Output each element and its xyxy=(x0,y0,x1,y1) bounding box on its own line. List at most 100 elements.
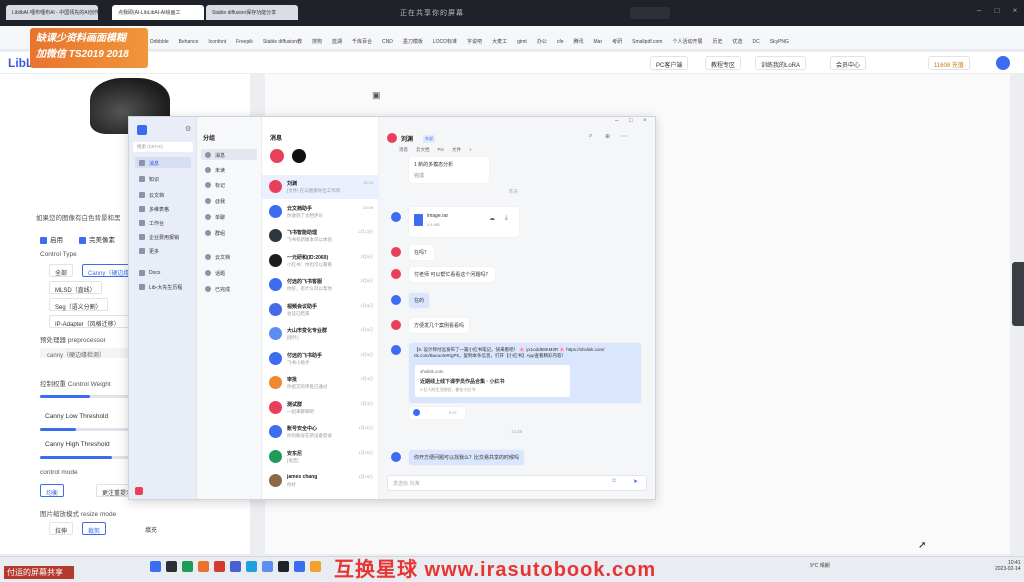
filter-mentions[interactable]: @我 xyxy=(201,195,257,206)
image-icon[interactable]: ▣ xyxy=(372,90,381,101)
bookmark[interactable]: 历史 xyxy=(712,38,722,45)
bookmark[interactable]: 办公 xyxy=(537,38,547,45)
nav-messages[interactable]: 消息 xyxy=(135,157,191,168)
conversation-item[interactable]: 视频会议助手 会议已结束 2月8日 xyxy=(262,298,379,322)
perfect-pixel-checkbox[interactable]: 完美像素 xyxy=(79,234,115,244)
control-type-canny[interactable]: Canny（硬边缘） xyxy=(82,264,130,277)
filter-unread[interactable]: 未读 xyxy=(201,164,257,175)
nav-docs[interactable]: 云文档 xyxy=(135,189,191,200)
bookmark[interactable]: 千库百合 xyxy=(352,38,372,45)
message-bubble[interactable]: 1 新的多模态分析 完成 xyxy=(409,157,489,183)
control-type-all[interactable]: 全部 xyxy=(49,264,74,277)
bookmark[interactable]: Behance xyxy=(179,39,199,45)
message-bubble[interactable]: 在的 xyxy=(409,293,430,308)
resize-mode-stretch[interactable]: 拉伸 xyxy=(49,522,74,535)
taskbar-app-icon[interactable] xyxy=(278,561,289,572)
browser-tab-2[interactable]: 点我即(AI-LibLibAI-AI绘画工 xyxy=(112,5,204,20)
avatar[interactable] xyxy=(996,56,1010,70)
taskbar-app-icon[interactable] xyxy=(182,561,193,572)
bookmark[interactable]: Iconfont xyxy=(208,39,226,45)
control-type-mlsd[interactable]: MLSD（直线） xyxy=(49,281,102,294)
conversation-item[interactable]: 安东尼 [语音] 1月20日 xyxy=(262,445,379,469)
nav-lib-app[interactable]: Lib-大先生历程 xyxy=(135,281,191,292)
conversation-item[interactable]: 账号安全中心 你的账号在新设备登录 1月21日 xyxy=(262,420,379,444)
browser-tab-3[interactable]: Stable diffusion保存功能分享 xyxy=(206,5,298,20)
window-minimize-icon[interactable]: – xyxy=(615,118,618,124)
pinned-avatar[interactable] xyxy=(292,149,306,163)
file-card[interactable]: image.rar 4.4 MB ☁ ⤓ xyxy=(409,207,519,237)
taskbar-app-icon[interactable] xyxy=(150,561,161,572)
conversation-item[interactable]: james chang 你好 1月19日 xyxy=(262,469,379,493)
enable-checkbox[interactable]: 启用 xyxy=(40,234,63,244)
control-mode-balanced[interactable]: 均衡 xyxy=(40,484,65,497)
bookmark[interactable]: 蓝湖 xyxy=(332,38,342,45)
control-type-seg[interactable]: Seg（语义分割） xyxy=(49,298,108,311)
filter-messages[interactable]: 消息 xyxy=(201,149,257,160)
bookmark[interactable]: SkyPNG xyxy=(770,39,789,45)
recharge-button[interactable]: 11608 充值 xyxy=(928,56,970,70)
bookmark[interactable]: Dribbble xyxy=(150,39,169,45)
share-controls[interactable] xyxy=(630,7,670,19)
canny-low-slider[interactable] xyxy=(40,428,130,431)
message-bubble[interactable]: 方便发几个案例看看吗 xyxy=(409,318,470,333)
bookmark[interactable]: CND xyxy=(382,39,393,45)
nav-base[interactable]: 多维表格 xyxy=(135,203,191,214)
filter-flagged[interactable]: 标记 xyxy=(201,179,257,190)
minimize-icon[interactable]: – xyxy=(972,6,986,18)
bookmark[interactable]: 大麦工 xyxy=(492,38,507,45)
bookmark[interactable]: 考研 xyxy=(612,38,622,45)
play-icon[interactable] xyxy=(413,409,420,416)
nav-expense[interactable]: 企业费用报销 xyxy=(135,231,191,242)
taskbar-app-icon[interactable] xyxy=(166,561,177,572)
maximize-icon[interactable]: □ xyxy=(990,6,1004,18)
bookmark[interactable]: LOCO标准 xyxy=(433,38,457,45)
bookmark[interactable]: Mar xyxy=(594,39,603,45)
window-close-icon[interactable]: × xyxy=(643,118,647,124)
side-drawer-handle[interactable] xyxy=(1012,262,1024,326)
link-preview-card[interactable]: xhslink.com 近期线上线下课学员作品合集 · 小红书 3 亿人的生活经… xyxy=(415,365,570,397)
conversation-item[interactable]: 测试群 一起来聊聊吧 2月3日 xyxy=(262,396,379,420)
bookmark[interactable]: Smallpdf.com xyxy=(632,39,662,45)
bookmark[interactable]: Freepik xyxy=(236,39,253,45)
conversation-item[interactable]: 刘渊 [文件] 在与图像导出工作项 10:20 xyxy=(262,175,379,199)
bookmark[interactable]: Stable diffusion教 xyxy=(263,38,302,45)
member-center-button[interactable]: 会员中心 xyxy=(830,56,867,70)
tab-messages[interactable]: 消息 xyxy=(399,147,408,153)
bookmark[interactable]: 个人活动开展 xyxy=(672,38,702,45)
browser-tab-1[interactable]: LiblibAI-哩布哩布AI - 中国领先的AI创作平台 xyxy=(6,5,98,20)
voice-message[interactable]: 0:17 xyxy=(409,407,465,419)
conversation-item[interactable]: 大山市变化专业群 [图片] 2月6日 xyxy=(262,322,379,346)
filter-direct[interactable]: 单聊 xyxy=(201,211,257,222)
add-member-icon[interactable]: ⊕ xyxy=(605,133,610,140)
conversation-item[interactable]: 云文档助手 你收到了文档评论 10:09 xyxy=(262,200,379,224)
emoji-icon[interactable]: ☺ xyxy=(611,478,617,484)
nav-knowledge[interactable]: 知识 xyxy=(135,173,191,184)
profile-avatar[interactable] xyxy=(135,487,143,495)
filter-groups[interactable]: 群组 xyxy=(201,227,257,238)
conversation-item[interactable]: 飞书智能助理 飞书有新版本可以体验 2月13日 xyxy=(262,224,379,248)
message-bubble[interactable]: 你开方便问题可以找我么？比交易共享的时候吗 xyxy=(409,450,525,465)
send-icon[interactable]: ➤ xyxy=(633,478,638,485)
tutorial-button[interactable]: 教程专区 xyxy=(705,56,742,70)
message-bubble[interactable]: 在吗？ xyxy=(409,245,435,260)
close-icon[interactable]: × xyxy=(1008,6,1022,18)
filter-done[interactable]: 已完成 xyxy=(201,283,257,294)
taskbar-app-icon[interactable] xyxy=(230,561,241,572)
taskbar-app-icon[interactable] xyxy=(198,561,209,572)
train-lora-button[interactable]: 训练我的LoRA xyxy=(755,56,807,70)
control-type-ip-adapter[interactable]: IP-Adapter（风格迁移） xyxy=(49,315,129,328)
tab-files[interactable]: 文件 xyxy=(452,147,461,153)
bookmark[interactable]: 优选 xyxy=(732,38,742,45)
nav-workplace[interactable]: 工作台 xyxy=(135,217,191,228)
bookmark[interactable]: 搜狗 xyxy=(312,38,322,45)
bookmark[interactable]: 字说吧 xyxy=(467,38,482,45)
nav-docs-app[interactable]: Docs xyxy=(135,267,191,278)
search-input[interactable]: 搜索 (Ctrl+K) xyxy=(133,142,193,152)
canny-high-slider[interactable] xyxy=(40,456,130,459)
more-icon[interactable]: ⋯ xyxy=(621,133,627,140)
taskbar-app-icon[interactable] xyxy=(262,561,273,572)
control-mode-prompt[interactable]: 更注重提示词 xyxy=(96,484,130,497)
tab-pin[interactable]: Pin xyxy=(438,147,445,153)
conversation-item[interactable]: 一元研和(ID:2069) 小红书：你也可以看看 2月9日 xyxy=(262,249,379,273)
add-tab-icon[interactable]: + xyxy=(469,147,472,153)
